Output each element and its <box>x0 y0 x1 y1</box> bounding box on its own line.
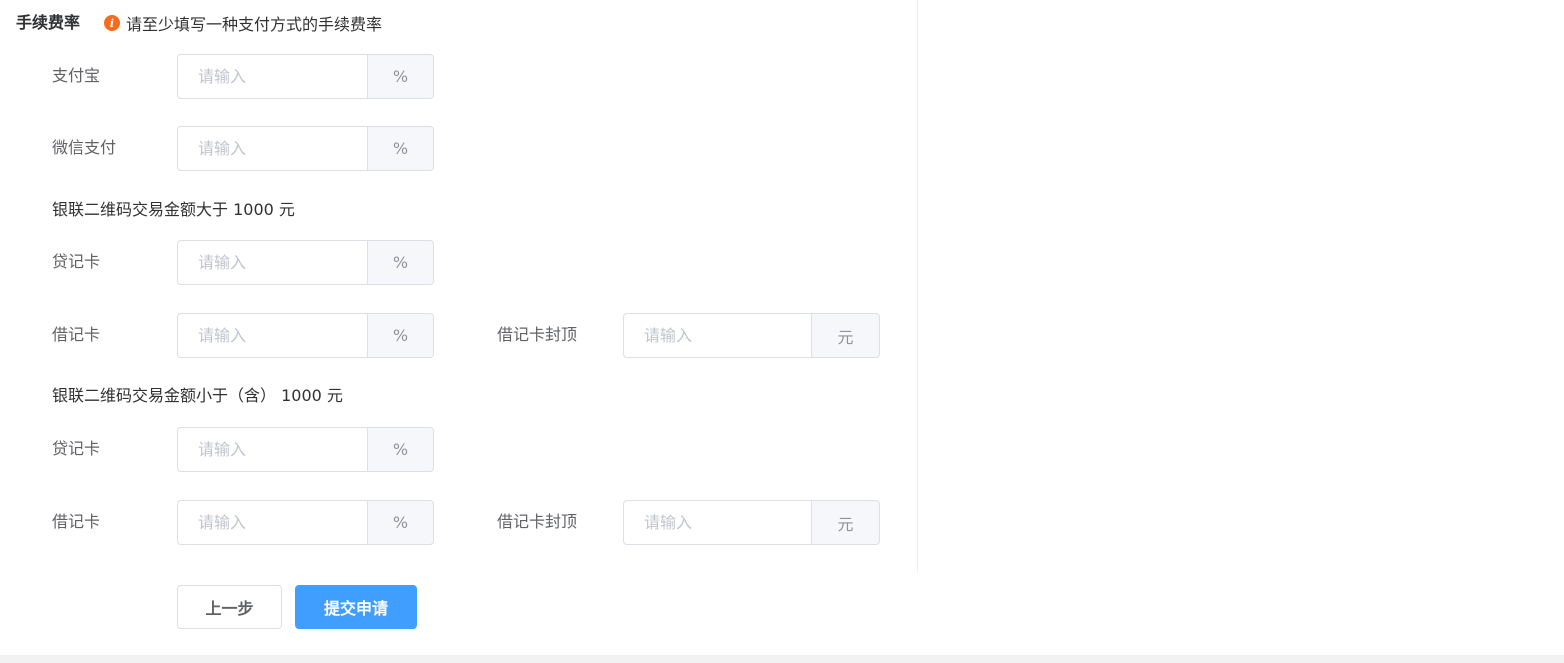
wechat-rate-input[interactable] <box>177 126 367 171</box>
percent-unit: % <box>367 126 434 171</box>
over-credit-label: 贷记卡 <box>52 252 101 271</box>
group-under-heading: 银联二维码交易金额小于（含） 1000 元 <box>52 386 343 405</box>
percent-unit: % <box>367 500 434 545</box>
bottom-strip <box>0 655 1564 663</box>
under-credit-rate-group: % <box>177 427 434 472</box>
wechat-rate-group: % <box>177 126 434 171</box>
under-debit-label: 借记卡 <box>52 512 101 531</box>
under-debit-cap-input[interactable] <box>623 500 811 545</box>
over-debit-label: 借记卡 <box>52 325 101 344</box>
wechat-label: 微信支付 <box>52 138 117 157</box>
section-title: 手续费率 <box>16 13 81 32</box>
percent-unit: % <box>367 427 434 472</box>
under-credit-label: 贷记卡 <box>52 439 101 458</box>
over-debit-rate-input[interactable] <box>177 313 367 358</box>
alipay-label: 支付宝 <box>52 66 101 85</box>
over-credit-rate-group: % <box>177 240 434 285</box>
over-credit-rate-input[interactable] <box>177 240 367 285</box>
vertical-divider <box>917 0 918 573</box>
over-debit-cap-label: 借记卡封顶 <box>497 325 578 344</box>
under-debit-cap-group: 元 <box>623 500 880 545</box>
percent-unit: % <box>367 54 434 99</box>
alipay-rate-group: % <box>177 54 434 99</box>
tip: i 请至少填写一种支付方式的手续费率 <box>104 12 382 34</box>
over-debit-cap-input[interactable] <box>623 313 811 358</box>
group-over-heading: 银联二维码交易金额大于 1000 元 <box>52 200 295 219</box>
info-icon: i <box>104 15 120 31</box>
yuan-unit: 元 <box>811 313 880 358</box>
under-debit-rate-group: % <box>177 500 434 545</box>
over-debit-cap-group: 元 <box>623 313 880 358</box>
yuan-unit: 元 <box>811 500 880 545</box>
percent-unit: % <box>367 240 434 285</box>
alipay-rate-input[interactable] <box>177 54 367 99</box>
under-credit-rate-input[interactable] <box>177 427 367 472</box>
percent-unit: % <box>367 313 434 358</box>
submit-application-button[interactable]: 提交申请 <box>295 585 417 629</box>
prev-step-button[interactable]: 上一步 <box>177 585 282 629</box>
under-debit-rate-input[interactable] <box>177 500 367 545</box>
under-debit-cap-label: 借记卡封顶 <box>497 512 578 531</box>
over-debit-rate-group: % <box>177 313 434 358</box>
tip-text: 请至少填写一种支付方式的手续费率 <box>126 15 383 34</box>
